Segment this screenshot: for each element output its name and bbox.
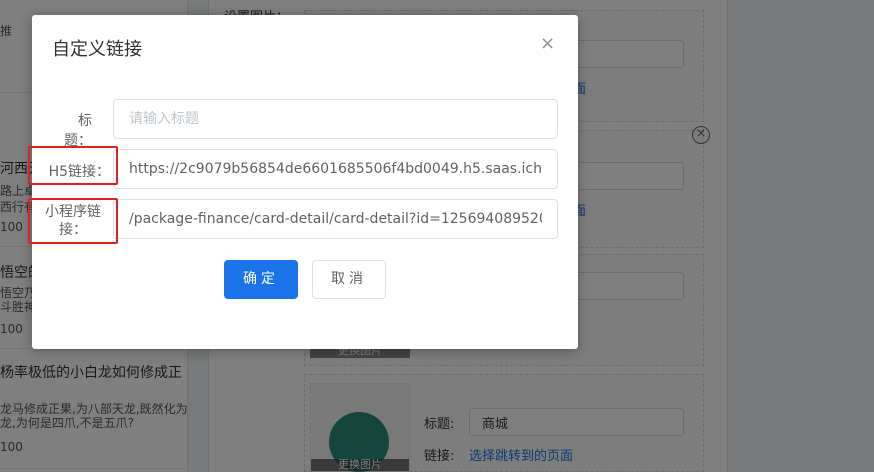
dialog-title: 自定义链接 xyxy=(52,39,142,60)
cancel-button[interactable]: 取消 xyxy=(312,260,386,299)
confirm-button[interactable]: 确定 xyxy=(224,260,298,299)
close-icon[interactable]: × xyxy=(540,33,555,54)
h5-link-input[interactable] xyxy=(113,149,558,189)
custom-link-dialog: 自定义链接 × 标题： H5链接： 小程序链 接： 确定 取消 xyxy=(28,15,578,349)
annotation-highlight-mini xyxy=(28,198,118,244)
title-field-label: 标题： xyxy=(64,113,92,149)
title-input[interactable] xyxy=(113,99,558,139)
annotation-highlight-h5 xyxy=(28,146,118,185)
mini-program-link-input[interactable] xyxy=(113,199,558,239)
